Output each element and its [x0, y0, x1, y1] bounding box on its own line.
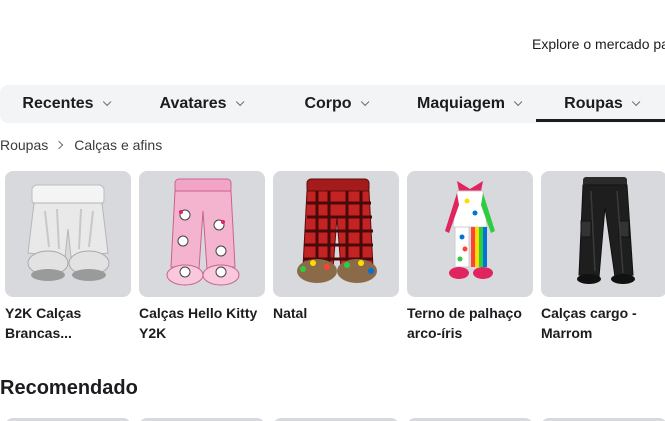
tab-recentes[interactable]: Recentes [0, 85, 130, 123]
item-thumbnail [5, 171, 131, 297]
chevron-right-icon [55, 140, 64, 150]
item-thumbnail [407, 171, 533, 297]
breadcrumb-parent-link[interactable]: Roupas [0, 137, 48, 153]
tab-label: Avatares [159, 95, 227, 112]
tab-label: Maquiagem [416, 95, 505, 112]
recommended-section-title: Recomendado [0, 377, 138, 399]
tab-maquiagem[interactable]: Maquiagem [400, 85, 536, 123]
item-thumbnail [273, 171, 399, 297]
chevron-down-icon [513, 97, 523, 107]
breadcrumb-current: Calças e afins [74, 137, 163, 153]
christmas-pants-image [297, 178, 377, 283]
tab-label: Roupas [564, 95, 623, 112]
tab-label: Corpo [304, 95, 352, 112]
item-thumbnail [541, 171, 665, 297]
chevron-down-icon [360, 97, 369, 107]
item-name: Calças Hello Kitty Y2K [139, 305, 258, 341]
hello-kitty-pants-image [166, 178, 240, 286]
item-name: Y2K Calças Brancas... [5, 305, 82, 341]
item-card[interactable]: Calças cargo - Marrom [541, 171, 665, 343]
tab-corpo[interactable]: Corpo [270, 85, 400, 123]
chevron-down-icon [102, 97, 111, 107]
item-thumbnail [139, 171, 265, 297]
tab-roupas[interactable]: Roupas [536, 85, 665, 123]
white-pants-image [27, 184, 110, 281]
breadcrumb: Roupas Calças e afins [0, 137, 162, 153]
chevron-down-icon [631, 97, 641, 107]
item-card[interactable]: Terno de palhaço arco-íris [407, 171, 533, 343]
item-card[interactable]: Natal [273, 171, 399, 323]
item-name: Natal [273, 305, 308, 321]
tab-label: Recentes [22, 95, 94, 112]
item-name: Terno de palhaço arco-íris [407, 305, 522, 341]
clown-suit-image [445, 181, 495, 279]
category-tab-bar: Recentes Avatares Corpo Maquiagem Roupas [0, 85, 665, 123]
chevron-down-icon [235, 97, 244, 107]
item-card[interactable]: Calças Hello Kitty Y2K [139, 171, 265, 343]
item-card[interactable]: Y2K Calças Brancas... [5, 171, 131, 343]
cargo-pants-image [577, 177, 635, 284]
tab-avatares[interactable]: Avatares [138, 85, 262, 123]
selected-tab-indicator [536, 119, 665, 122]
item-name: Calças cargo - Marrom [541, 305, 637, 341]
explore-marketplace-text: Explore o mercado pa [532, 36, 665, 52]
